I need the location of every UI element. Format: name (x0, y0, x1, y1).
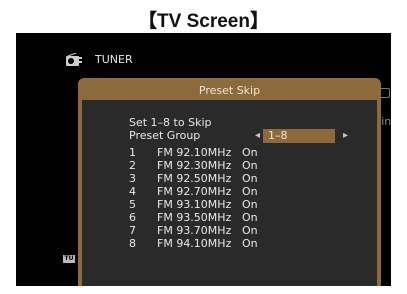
preset-number: 8 (129, 237, 136, 250)
tu-badge: TU (63, 255, 75, 263)
preset-number: 2 (129, 159, 136, 172)
list-item[interactable]: 1 FM 92.10MHz On (129, 146, 279, 159)
preset-frequency: FM 92.50MHz (157, 172, 232, 185)
preset-number: 1 (129, 146, 136, 159)
preset-group-label: Preset Group (129, 129, 201, 142)
tv-screen: TUNER aying TU Preset Skip Set 1–8 to Sk… (16, 33, 391, 286)
preset-state: On (242, 185, 258, 198)
preset-number: 7 (129, 224, 136, 237)
preset-frequency: FM 93.10MHz (157, 198, 232, 211)
preset-state: On (242, 172, 258, 185)
preset-number: 3 (129, 172, 136, 185)
preset-state: On (242, 198, 258, 211)
list-item[interactable]: 8 FM 94.10MHz On (129, 237, 279, 250)
preset-number: 4 (129, 185, 136, 198)
preset-state: On (242, 146, 258, 159)
preset-frequency: FM 94.10MHz (157, 237, 232, 250)
preset-frequency: FM 93.70MHz (157, 224, 232, 237)
left-arrow-icon[interactable]: ◂ (255, 129, 260, 143)
list-item[interactable]: 6 FM 93.50MHz On (129, 211, 279, 224)
preset-frequency: FM 93.50MHz (157, 211, 232, 224)
preset-frequency: FM 92.70MHz (157, 185, 232, 198)
dialog-title: Preset Skip (82, 82, 377, 100)
right-arrow-icon[interactable]: ▸ (343, 129, 348, 143)
preset-number: 5 (129, 198, 136, 211)
source-title: TUNER (95, 53, 133, 66)
list-item[interactable]: 5 FM 93.10MHz On (129, 198, 279, 211)
page-title: 【TV Screen】 (138, 11, 269, 32)
preset-group-selector[interactable]: 1–8 (263, 129, 335, 143)
preset-skip-dialog: Preset Skip Set 1–8 to Skip Preset Group… (78, 78, 381, 286)
preset-list: 1 FM 92.10MHz On 2 FM 92.30MHz On 3 FM 9… (129, 146, 279, 250)
preset-state: On (242, 211, 258, 224)
preset-number: 6 (129, 211, 136, 224)
list-item[interactable]: 4 FM 92.70MHz On (129, 185, 279, 198)
preset-state: On (242, 224, 258, 237)
list-item[interactable]: 2 FM 92.30MHz On (129, 159, 279, 172)
list-item[interactable]: 7 FM 93.70MHz On (129, 224, 279, 237)
preset-frequency: FM 92.30MHz (157, 159, 232, 172)
list-item[interactable]: 3 FM 92.50MHz On (129, 172, 279, 185)
set-skip-label: Set 1–8 to Skip (129, 116, 212, 129)
preset-state: On (242, 237, 258, 250)
preset-frequency: FM 92.10MHz (157, 146, 232, 159)
preset-state: On (242, 159, 258, 172)
tuner-icon (66, 53, 82, 66)
